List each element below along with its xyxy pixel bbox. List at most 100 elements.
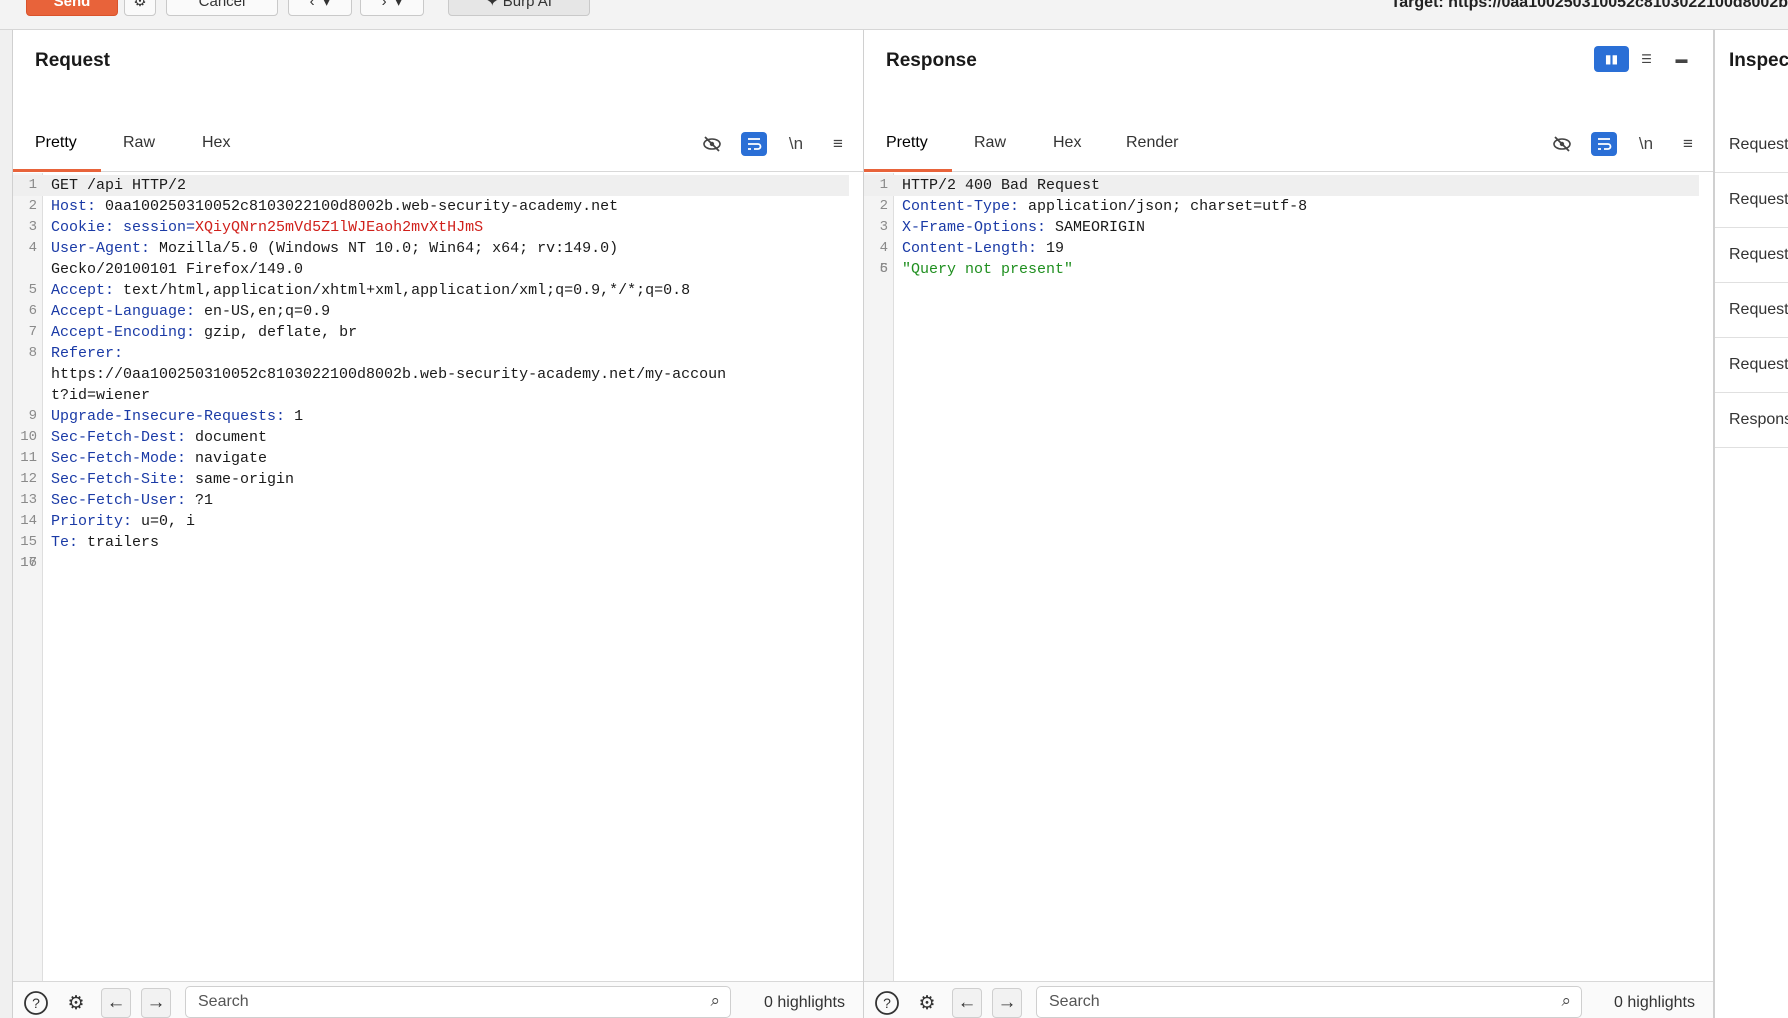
response-tab-raw[interactable]: Raw <box>974 134 1006 152</box>
header-value: Gecko/20100101 Firefox/149.0 <box>51 261 304 278</box>
history-back-button[interactable]: ‹ ▾ <box>288 0 352 16</box>
word-wrap-icon[interactable] <box>1591 132 1617 156</box>
line-number: 8 <box>28 345 37 361</box>
newline-toggle-icon[interactable]: \n <box>1633 132 1659 156</box>
header-name: User-Agent <box>51 240 142 257</box>
request-editor[interactable]: 1 GET /api HTTP/2 2 Host: 0aa100250310052c8… <box>13 173 863 981</box>
header-separator: : <box>1010 198 1029 215</box>
header-name: Content-Length <box>902 240 1029 257</box>
search-next-arrow-icon[interactable]: → <box>141 988 171 1018</box>
menu-icon[interactable]: ≡ <box>825 132 851 156</box>
inspector-sections: Request Request Request Request Request … <box>1715 118 1788 448</box>
hide-nonprintable-eye-slash-icon[interactable] <box>699 132 725 156</box>
header-name: Referer <box>51 345 115 362</box>
request-tab-raw[interactable]: Raw <box>123 134 155 152</box>
header-value: 19 <box>1046 240 1065 257</box>
response-panel: Response ▮▮ ☰ ▬ Pretty Raw Hex Render \n… <box>864 30 1714 1018</box>
layout-single-icon[interactable]: ▬ <box>1664 46 1699 72</box>
layout-stacked-icon[interactable]: ☰ <box>1629 46 1664 72</box>
line-number: 4 <box>879 240 888 256</box>
history-forward-button[interactable]: › ▾ <box>360 0 424 16</box>
code-line: 2 Host: 0aa100250310052c8103022100d8002b.… <box>13 196 863 217</box>
search-previous-arrow-icon[interactable]: ← <box>952 988 982 1018</box>
response-tab-hex[interactable]: Hex <box>1053 134 1081 152</box>
inspector-section[interactable]: Request <box>1715 173 1788 228</box>
inspector-section[interactable]: Request <box>1715 283 1788 338</box>
response-highlights-count: 0 highlights <box>1614 994 1695 1011</box>
response-tabs: Pretty Raw Hex Render \n ≡ <box>864 118 1713 172</box>
target-label[interactable]: Target: https://0aa100250310052c81030221… <box>1391 0 1788 12</box>
layout-side-by-side-icon[interactable]: ▮▮ <box>1594 46 1629 72</box>
line-number: 5 <box>28 282 37 298</box>
response-title: Response <box>886 50 977 71</box>
line-number: 3 <box>879 219 888 235</box>
header-separator: : <box>177 429 196 446</box>
inspector-section[interactable]: Request <box>1715 338 1788 393</box>
menu-icon[interactable]: ≡ <box>1675 132 1701 156</box>
request-search-input[interactable]: Search ⌕ <box>185 986 731 1018</box>
inspector-section[interactable]: Response <box>1715 393 1788 448</box>
request-title: Request <box>35 50 110 71</box>
response-tab-render[interactable]: Render <box>1126 134 1178 152</box>
request-tab-pretty[interactable]: Pretty <box>35 134 77 152</box>
request-tab-hex[interactable]: Hex <box>202 134 230 152</box>
request-footer: ? ⚙ ← → Search ⌕ 0 highlights <box>13 981 863 1018</box>
response-search-input[interactable]: Search ⌕ <box>1036 986 1582 1018</box>
line-number: 14 <box>20 513 37 529</box>
word-wrap-icon[interactable] <box>741 132 767 156</box>
inspector-title: Inspector <box>1729 50 1788 71</box>
header-name: Content-Type <box>902 198 1011 215</box>
line-number: 11 <box>20 450 37 466</box>
search-previous-arrow-icon[interactable]: ← <box>101 988 131 1018</box>
send-settings-gear-icon[interactable]: ⚙ <box>124 0 156 16</box>
line-number: 3 <box>28 219 37 235</box>
code-line: 15 Te: trailers <box>13 532 863 553</box>
settings-gear-icon[interactable]: ⚙ <box>912 988 942 1018</box>
header-name: Accept-Encoding <box>51 324 187 341</box>
code-line: 3 X-Frame-Options: SAMEORIGIN <box>864 217 1713 238</box>
code-line: t?id=wiener <box>13 385 863 406</box>
newline-toggle-icon[interactable]: \n <box>783 132 809 156</box>
header-value: application/json; charset=utf-8 <box>1028 198 1308 215</box>
code-line: 3 Cookie: session=XQiyQNrn25mVd5Z1lWJEaoh… <box>13 217 863 238</box>
header-value: en-US,en;q=0.9 <box>204 303 331 320</box>
cookie-value: XQiyQNrn25mVd5Z1lWJEaoh2mvXtHJmS <box>195 219 484 236</box>
svg-text:?: ? <box>883 995 891 1011</box>
request-highlights-count: 0 highlights <box>764 994 845 1011</box>
hide-nonprintable-eye-slash-icon[interactable] <box>1549 132 1575 156</box>
settings-gear-icon[interactable]: ⚙ <box>61 988 91 1018</box>
burp-ai-button[interactable]: ✦ Burp AI <box>448 0 590 16</box>
header-value: ?1 <box>195 492 214 509</box>
response-tab-pretty[interactable]: Pretty <box>886 134 928 152</box>
header-name: Priority <box>51 513 124 530</box>
line-number: 6 <box>28 303 37 319</box>
help-icon[interactable]: ? <box>872 988 902 1018</box>
inspector-section[interactable]: Request <box>1715 118 1788 173</box>
header-value: t?id=wiener <box>51 387 151 404</box>
header-value: 0aa100250310052c8103022100d8002b.web-sec… <box>105 198 619 215</box>
code-line: 6 "Query not present" <box>864 259 1713 280</box>
cancel-button[interactable]: Cancel <box>166 0 278 16</box>
header-name: X-Frame-Options <box>902 219 1038 236</box>
request-view-tools: \n ≡ <box>699 132 851 156</box>
header-value: trailers <box>87 534 160 551</box>
code-line: 12 Sec-Fetch-Site: same-origin <box>13 469 863 490</box>
header-value: document <box>195 429 268 446</box>
response-gutter <box>864 173 894 981</box>
request-panel: Request Pretty Raw Hex \n ≡ 1 GET /api HT… <box>12 30 864 1018</box>
code-line: 1 GET /api HTTP/2 <box>13 175 849 196</box>
header-separator: : <box>114 345 133 362</box>
header-separator: : <box>177 450 196 467</box>
response-tab-underline <box>864 169 952 172</box>
code-line: 6 Accept-Language: en-US,en;q=0.9 <box>13 301 863 322</box>
header-value: same-origin <box>195 471 295 488</box>
response-editor[interactable]: 1 HTTP/2 400 Bad Request 2 Content-Type: ap… <box>864 173 1713 981</box>
help-icon[interactable]: ? <box>21 988 51 1018</box>
svg-text:?: ? <box>32 995 40 1011</box>
search-next-arrow-icon[interactable]: → <box>992 988 1022 1018</box>
header-separator: : <box>186 303 205 320</box>
inspector-section[interactable]: Request <box>1715 228 1788 283</box>
header-name: Sec-Fetch-User <box>51 492 178 509</box>
header-separator: : <box>87 198 106 215</box>
send-button[interactable]: Send <box>26 0 118 16</box>
